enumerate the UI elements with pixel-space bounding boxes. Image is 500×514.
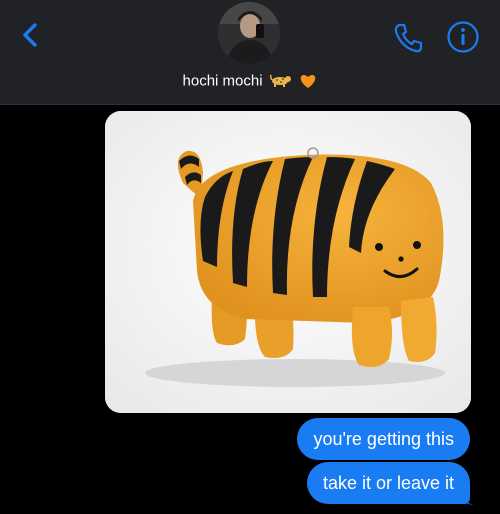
contact-name-row[interactable]: hochi mochi: [0, 72, 500, 90]
conversation-header: hochi mochi: [0, 0, 500, 105]
contact-name: hochi mochi: [182, 72, 263, 90]
outgoing-message-bubble[interactable]: take it or leave it: [306, 462, 470, 504]
image-message[interactable]: [105, 111, 471, 413]
tiger-plush-photo: [105, 111, 471, 413]
avatar[interactable]: [218, 2, 280, 64]
leopard-emoji-icon: [270, 74, 292, 87]
info-icon[interactable]: [446, 20, 480, 54]
phone-icon[interactable]: [392, 22, 424, 54]
chevron-left-icon[interactable]: [16, 20, 46, 50]
outgoing-message-bubble[interactable]: you're getting this: [297, 418, 470, 460]
orange-heart-icon: [301, 74, 316, 88]
bubble-tail: [460, 492, 474, 505]
